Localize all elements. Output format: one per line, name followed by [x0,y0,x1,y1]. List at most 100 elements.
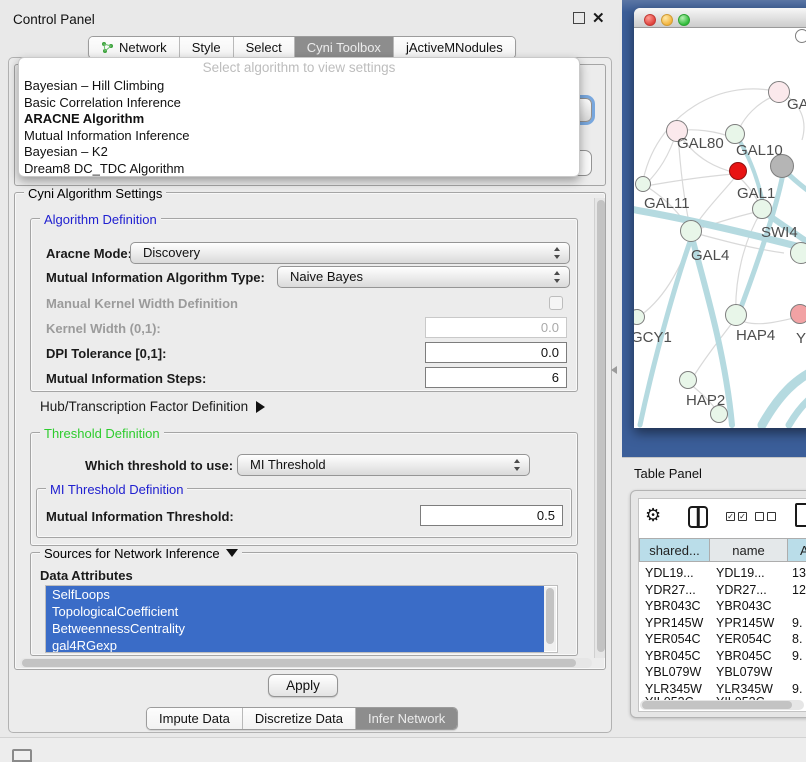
cell[interactable]: YBR043C [716,599,772,613]
column-header-partial[interactable]: A [788,538,806,562]
cell[interactable]: YDR27... [645,583,696,597]
tab-impute-data[interactable]: Impute Data [147,708,243,729]
node-hap4[interactable] [725,304,747,326]
node-red-selected[interactable] [729,162,747,180]
cell[interactable]: 8. [792,632,802,646]
tab-style[interactable]: Style [180,37,234,58]
network-window-titlebar[interactable] [634,8,806,28]
dropdown-item[interactable]: Basic Correlation Inference [19,95,579,112]
mi-type-combo[interactable]: Naive Bayes [277,266,570,288]
kernel-width-label: Kernel Width (0,1): [46,321,161,336]
close-traffic-light-icon[interactable] [644,14,656,26]
attribute-item[interactable]: BetweennessCentrality [46,620,544,637]
cell[interactable]: 12 [792,583,806,597]
dropdown-item[interactable]: Mutual Information Inference [19,128,579,145]
screen: Control Panel ✕ Network Style Select Cyn… [0,0,806,762]
bottom-tab-bar: Impute Data Discretize Data Infer Networ… [146,707,458,730]
dropdown-item[interactable]: Bayesian – Hill Climbing [19,78,579,95]
select-all-checkbox-icon[interactable]: ✓ [726,512,735,521]
hub-definition-expander[interactable]: Hub/Transcription Factor Definition [40,399,265,414]
sources-group-title[interactable]: Sources for Network Inference [40,546,242,561]
cell[interactable]: YPR145W [716,616,774,630]
cell[interactable]: YBL079W [645,665,701,679]
minimize-traffic-light-icon[interactable] [661,14,673,26]
algorithm-dropdown-popup: Select algorithm to view settings Bayesi… [18,57,580,177]
split-panel-icon[interactable] [688,506,708,528]
data-attributes-list: SelfLoops TopologicalCoefficient Between… [45,585,558,653]
cell[interactable]: 9. [792,682,802,696]
network-icon [101,41,114,54]
cell[interactable]: YER054C [716,632,772,646]
mi-steps-field[interactable]: 6 [425,367,567,388]
tab-discretize-data[interactable]: Discretize Data [243,708,356,729]
cell[interactable]: YLR345W [645,682,702,696]
close-panel-icon[interactable]: ✕ [592,9,605,27]
dpi-tolerance-field[interactable]: 0.0 [425,342,567,363]
node-hap2[interactable] [679,371,697,389]
network-canvas[interactable]: GAL GAL80 GAL10 GAL1 GAL11 SWI4 GAL4 GCY… [634,28,806,428]
which-threshold-combo[interactable]: MI Threshold [237,454,530,476]
node-gal10[interactable] [725,124,745,144]
dropdown-item[interactable]: Bayesian – K2 [19,144,579,161]
tab-select[interactable]: Select [234,37,295,58]
node-right-pink[interactable] [790,304,806,324]
node-gal4[interactable] [680,220,702,242]
zoom-traffic-light-icon[interactable] [678,14,690,26]
node-gal1[interactable] [752,199,772,219]
cell[interactable]: YDL19... [716,566,765,580]
settings-vertical-scrollbar[interactable] [594,198,605,658]
node-label: GAL10 [736,142,783,159]
cell[interactable]: YBR043C [645,599,701,613]
settings-gear-icon[interactable]: ⚙ [645,505,661,526]
node-partial-top[interactable] [795,29,806,43]
column-header-shared-name[interactable]: shared... [639,538,710,562]
cell[interactable]: 9. [792,649,802,663]
settings-horizontal-scrollbar[interactable] [20,658,592,668]
node-label: GAL [787,96,806,113]
aracne-mode-label: Aracne Mode: [46,246,132,261]
tab-jactivemnodules[interactable]: jActiveMNodules [394,37,515,58]
tab-cyni-toolbox[interactable]: Cyni Toolbox [295,37,394,58]
control-panel-title: Control Panel [13,12,95,27]
attribute-item[interactable]: SelfLoops [46,586,544,603]
attribute-item[interactable]: gal4RGexp [46,637,544,653]
attribute-list-scrollbar[interactable] [544,587,556,651]
cell[interactable]: YDR27... [716,583,767,597]
node-gal11[interactable] [635,176,651,192]
aracne-mode-combo[interactable]: Discovery [130,242,570,264]
tab-label: Network [119,40,167,55]
column-header-name[interactable]: name [710,538,788,562]
cell[interactable]: 9. [792,616,802,630]
cell[interactable]: YER054C [645,632,701,646]
tab-network[interactable]: Network [89,37,180,58]
node-right-green[interactable] [790,242,806,264]
tab-infer-network[interactable]: Infer Network [356,708,457,729]
cell[interactable]: YBR045C [645,649,701,663]
float-panel-icon[interactable] [573,12,585,24]
attribute-item[interactable]: TopologicalCoefficient [46,603,544,620]
bottom-strip [0,737,806,762]
deselect-all-checkbox-icon[interactable] [767,512,776,521]
new-table-icon[interactable] [795,503,806,527]
spinner-arrows-icon [514,459,521,471]
table-horizontal-scrollbar[interactable] [640,700,804,710]
apply-button[interactable]: Apply [268,674,338,697]
deselect-all-checkbox-icon[interactable] [755,512,764,521]
cell[interactable]: 13 [792,566,806,580]
dropdown-item-aracne[interactable]: ARACNE Algorithm [19,111,579,128]
dropdown-item[interactable]: Dream8 DC_TDC Algorithm [19,161,579,178]
spinner-arrows-icon [554,271,561,283]
cell[interactable]: YPR145W [645,616,703,630]
cell[interactable]: YLR345W [716,682,773,696]
cell[interactable]: YBR045C [716,649,772,663]
bottom-left-button[interactable] [12,749,32,762]
mi-threshold-field[interactable]: 0.5 [420,505,563,526]
mi-threshold-label: Mutual Information Threshold: [46,509,234,524]
node-label: HAP2 [686,392,725,409]
node-label: Y [796,330,806,347]
cell[interactable]: YBL079W [716,665,772,679]
select-all-checkbox-icon[interactable]: ✓ [738,512,747,521]
cell[interactable]: YDL19... [645,566,694,580]
splitter-collapse-handle[interactable] [611,366,617,374]
control-panel-tab-bar: Network Style Select Cyni Toolbox jActiv… [88,36,516,59]
